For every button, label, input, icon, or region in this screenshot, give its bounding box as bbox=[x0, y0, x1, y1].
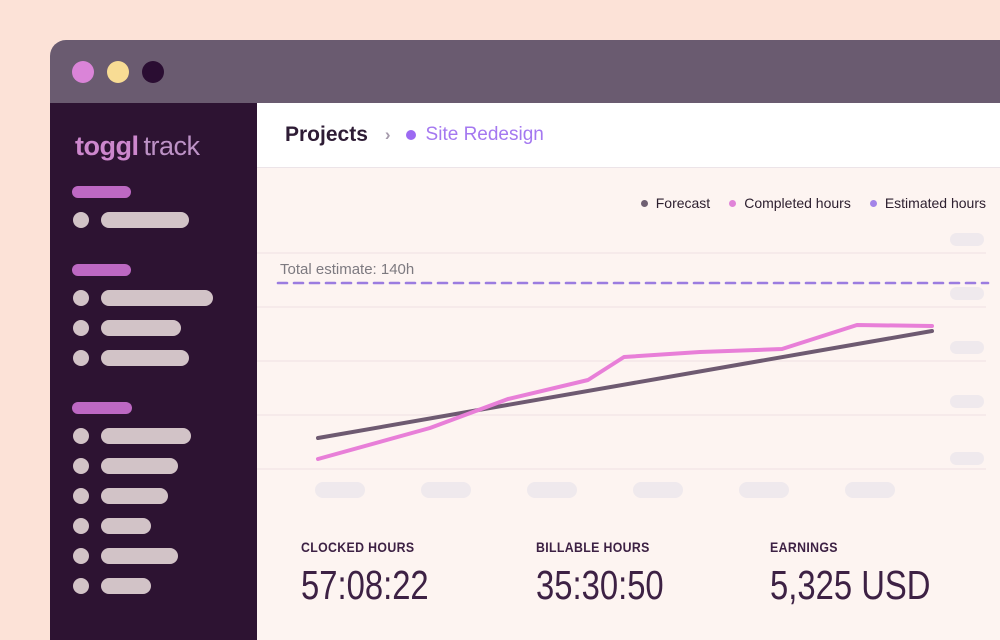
stat-label: EARNINGS bbox=[770, 539, 838, 555]
sidebar-section-heading-placeholder bbox=[72, 264, 131, 276]
x-axis-label-placeholder bbox=[845, 482, 895, 498]
sidebar-item-icon-placeholder bbox=[73, 488, 89, 504]
sidebar-item-placeholder bbox=[73, 548, 257, 564]
sidebar-item-label-placeholder bbox=[101, 290, 213, 306]
sidebar-item-icon-placeholder bbox=[73, 578, 89, 594]
logo-toggl-text: toggl bbox=[75, 131, 139, 161]
stat-value: 5,325 USD bbox=[770, 562, 931, 608]
stat-value: 35:30:50 bbox=[536, 562, 664, 608]
y-axis-label-placeholder bbox=[950, 341, 984, 354]
sidebar-item-placeholder bbox=[73, 290, 257, 306]
stat-billable-hours: BILLABLE HOURS 35:30:50 bbox=[536, 539, 696, 609]
sidebar-item-label-placeholder bbox=[101, 428, 191, 444]
x-axis-label-placeholder bbox=[633, 482, 683, 498]
sidebar-item-label-placeholder bbox=[101, 320, 181, 336]
breadcrumb: Projects › Site Redesign bbox=[257, 103, 1000, 168]
hours-line-chart bbox=[257, 252, 990, 470]
sidebar-item-placeholder bbox=[73, 428, 257, 444]
sidebar-item-placeholder bbox=[73, 578, 257, 594]
sidebar-item-label-placeholder bbox=[101, 488, 168, 504]
sidebar-item-placeholder bbox=[73, 350, 257, 366]
sidebar-item-label-placeholder bbox=[101, 458, 178, 474]
maximize-window-button[interactable] bbox=[142, 60, 164, 83]
x-axis-label-placeholder bbox=[527, 482, 577, 498]
stat-label: CLOCKED HOURS bbox=[301, 539, 415, 555]
close-window-button[interactable] bbox=[72, 60, 94, 83]
logo-track-text: track bbox=[143, 131, 200, 161]
sidebar-item-placeholder bbox=[73, 320, 257, 336]
minimize-window-button[interactable] bbox=[107, 60, 129, 83]
sidebar-item-label-placeholder bbox=[101, 518, 151, 534]
sidebar-item-label-placeholder bbox=[101, 578, 151, 594]
stat-clocked-hours: CLOCKED HOURS 57:08:22 bbox=[301, 539, 461, 609]
sidebar-item-icon-placeholder bbox=[73, 518, 89, 534]
project-color-dot bbox=[405, 130, 416, 140]
sidebar-item-placeholder bbox=[73, 458, 257, 474]
sidebar-item-icon-placeholder bbox=[73, 350, 89, 366]
forecast-line bbox=[316, 329, 934, 440]
sidebar-item-placeholder bbox=[73, 518, 257, 534]
sidebar-section-heading-placeholder bbox=[72, 186, 131, 198]
stat-value: 57:08:22 bbox=[301, 562, 429, 608]
sidebar-item-icon-placeholder bbox=[73, 290, 89, 306]
y-axis-label-placeholder bbox=[950, 287, 984, 300]
window-body: toggl track Projects › Site Redesign Fore… bbox=[50, 103, 1000, 640]
y-axis-label-placeholder bbox=[950, 452, 984, 465]
sidebar-item-label-placeholder bbox=[101, 350, 189, 366]
toggl-track-logo: toggl track bbox=[75, 130, 257, 162]
sidebar-section-1 bbox=[50, 186, 257, 228]
chevron-right-icon: › bbox=[384, 125, 391, 144]
app-window: toggl track Projects › Site Redesign Fore… bbox=[50, 40, 1000, 640]
sidebar-item-icon-placeholder bbox=[73, 428, 89, 444]
x-axis-label-placeholder bbox=[739, 482, 789, 498]
y-axis-label-placeholder bbox=[950, 233, 984, 246]
stat-label: BILLABLE HOURS bbox=[536, 539, 650, 555]
sidebar-item-icon-placeholder bbox=[73, 458, 89, 474]
sidebar-item-placeholder bbox=[73, 488, 257, 504]
breadcrumb-current-project[interactable]: Site Redesign bbox=[426, 124, 544, 146]
x-axis-label-placeholder bbox=[315, 482, 365, 498]
window-titlebar bbox=[50, 40, 1000, 103]
sidebar-item-label-placeholder bbox=[101, 212, 189, 228]
sidebar-item-icon-placeholder bbox=[73, 320, 89, 336]
breadcrumb-projects-link[interactable]: Projects bbox=[285, 123, 368, 147]
sidebar-item-label-placeholder bbox=[101, 548, 178, 564]
y-axis-label-placeholder bbox=[950, 395, 984, 408]
sidebar-section-2 bbox=[50, 264, 257, 366]
x-axis-label-placeholder bbox=[421, 482, 471, 498]
main-content: Projects › Site Redesign Forecast Complet… bbox=[257, 103, 1000, 640]
sidebar-item-icon-placeholder bbox=[73, 212, 89, 228]
stat-earnings: EARNINGS 5,325 USD bbox=[770, 539, 971, 609]
project-chart-area: Forecast Completed hours Estimated hours T… bbox=[257, 168, 1000, 640]
sidebar-item-icon-placeholder bbox=[73, 548, 89, 564]
sidebar-section-3 bbox=[50, 402, 257, 594]
sidebar-item-placeholder bbox=[73, 212, 257, 228]
sidebar-section-heading-placeholder bbox=[72, 402, 132, 414]
sidebar-nav: toggl track bbox=[50, 103, 257, 640]
